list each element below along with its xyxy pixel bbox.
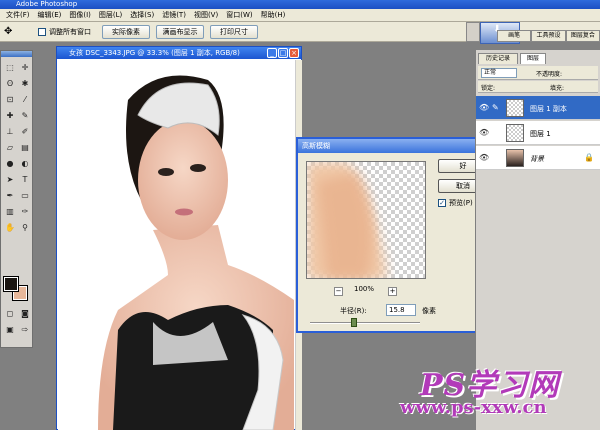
preview-label: 预览(P) [449,199,473,207]
print-size-button[interactable]: 打印尺寸 [210,25,258,39]
menu-edit[interactable]: 编辑(E) [34,9,66,22]
standard-mode-icon[interactable]: ◻ [3,307,17,321]
dialog-title-bar[interactable]: 高斯模糊 [298,139,494,153]
toolbox-header [1,51,32,57]
toolbox: ⬚ ✛ ʘ ✱ ⊡ ⁄ ✚ ✎ ⊥ ✐ ▱ ▤ ● ◐ ➤ T ✒ ▭ ▥ ✑ … [0,50,33,348]
resize-windows-checkbox[interactable] [38,28,46,36]
resize-windows-label: 调整所有窗口 [49,28,91,36]
tab-tool-presets[interactable]: 工具预设 [531,30,566,42]
document-title: 女孩 DSC_3343.JPG @ 33.3% (图层 1 副本, RGB/8) [69,49,240,57]
layer-thumbnail [506,124,524,142]
layer-name: 背景 [530,155,544,163]
fill-label: 填充: [550,85,565,92]
actual-pixels-button[interactable]: 实际像素 [102,25,150,39]
palette-well-tabs: 画笔 工具预设 图层复合 [497,30,600,42]
magic-wand-tool-icon[interactable]: ✱ [18,77,32,91]
slice-tool-icon[interactable]: ⁄ [18,93,32,107]
layer-name: 图层 1 [530,130,551,138]
jump-to-imageready-icon[interactable]: ⇨ [18,323,32,337]
layers-options-row: 正常 不透明度: [478,66,598,80]
palette-well-toggle[interactable] [466,22,480,42]
blend-mode-select[interactable]: 正常 [481,68,517,78]
gradient-tool-icon[interactable]: ▤ [18,141,32,155]
lasso-tool-icon[interactable]: ʘ [3,77,17,91]
history-brush-tool-icon[interactable]: ✐ [18,125,32,139]
fit-screen-button[interactable]: 满画布显示 [156,25,204,39]
tab-layer-comps[interactable]: 图层复合 [565,30,600,42]
hand-tool-icon[interactable]: ✥ [4,26,12,37]
layer-thumbnail [506,99,524,117]
type-tool-icon[interactable]: T [18,173,32,187]
visibility-eye-icon[interactable]: 👁 [479,128,489,137]
portrait-image [58,60,294,430]
blur-preview[interactable] [306,161,426,279]
menu-select[interactable]: 选择(S) [126,9,158,22]
menu-help[interactable]: 帮助(H) [257,9,290,22]
zoom-tool-icon[interactable]: ⚲ [18,221,32,235]
tab-history[interactable]: 历史记录 [478,53,518,64]
layer-row[interactable]: 👁 图层 1 [476,121,600,145]
tab-brushes[interactable]: 画笔 [497,30,532,42]
radius-slider-thumb[interactable] [351,318,357,327]
menu-filter[interactable]: 滤镜(T) [158,9,190,22]
menu-layer[interactable]: 图层(L) [95,9,126,22]
menu-bar: 文件(F) 编辑(E) 图像(I) 图层(L) 选择(S) 滤镜(T) 视图(V… [0,9,600,22]
notes-tool-icon[interactable]: ▥ [3,205,17,219]
maximize-button[interactable]: □ [278,48,288,58]
move-tool-icon[interactable]: ✛ [18,61,32,75]
dialog-title: 高斯模糊 [302,142,330,150]
clone-stamp-tool-icon[interactable]: ⊥ [3,125,17,139]
watermark-url: www.ps-xxw.cn [400,397,547,418]
lock-row: 锁定: 填充: [478,81,598,93]
opacity-label: 不透明度: [536,71,563,78]
preview-checkbox[interactable]: ✓ [438,199,446,207]
layer-name: 图层 1 副本 [530,105,567,113]
visibility-eye-icon[interactable]: 👁 [479,153,489,162]
brush-tool-icon[interactable]: ✎ [18,109,32,123]
foreground-color-swatch[interactable] [3,276,19,292]
radius-slider-track[interactable] [310,322,420,324]
healing-brush-tool-icon[interactable]: ✚ [3,109,17,123]
shape-tool-icon[interactable]: ▭ [18,189,32,203]
app-title: Adobe Photoshop [16,0,78,8]
close-button[interactable]: × [289,48,299,58]
menu-file[interactable]: 文件(F) [2,9,34,22]
gaussian-blur-dialog: 高斯模糊 × 好 取消 ✓ 预览(P) − 100% + 半径(R): 像素 [296,137,496,333]
menu-view[interactable]: 视图(V) [190,9,222,22]
document-window: 女孩 DSC_3343.JPG @ 33.3% (图层 1 副本, RGB/8)… [56,46,302,430]
layer-row[interactable]: 👁 ✎ 图层 1 副本 [476,96,600,120]
menu-window[interactable]: 窗口(W) [222,9,256,22]
brush-link-icon: ✎ [492,103,499,112]
dodge-tool-icon[interactable]: ◐ [18,157,32,171]
path-selection-tool-icon[interactable]: ➤ [3,173,17,187]
blur-tool-icon[interactable]: ● [3,157,17,171]
marquee-tool-icon[interactable]: ⬚ [3,61,17,75]
zoom-in-button[interactable]: + [388,287,397,296]
menu-image[interactable]: 图像(I) [65,9,95,22]
canvas-photo[interactable] [58,60,294,430]
layer-thumbnail [506,149,524,167]
document-title-bar[interactable]: 女孩 DSC_3343.JPG @ 33.3% (图层 1 副本, RGB/8) [57,47,301,59]
radius-unit: 像素 [422,307,436,315]
hand-tool-icon[interactable]: ✋ [3,221,17,235]
eyedropper-tool-icon[interactable]: ✑ [18,205,32,219]
lock-icon: 🔒 [584,153,594,162]
zoom-level: 100% [354,285,375,293]
zoom-out-button[interactable]: − [334,287,343,296]
preview-image [307,162,387,278]
quick-mask-icon[interactable]: ◙ [18,307,32,321]
eraser-tool-icon[interactable]: ▱ [3,141,17,155]
minimize-button[interactable]: _ [267,48,277,58]
radius-input[interactable] [386,304,416,316]
radius-label: 半径(R): [340,307,367,315]
screen-mode-icon[interactable]: ▣ [3,323,17,337]
tab-layers[interactable]: 图层 [520,53,546,64]
visibility-eye-icon[interactable]: 👁 [479,103,489,112]
lock-label: 锁定: [481,85,496,92]
pen-tool-icon[interactable]: ✒ [3,189,17,203]
layer-row[interactable]: 👁 背景 🔒 [476,146,600,170]
crop-tool-icon[interactable]: ⊡ [3,93,17,107]
